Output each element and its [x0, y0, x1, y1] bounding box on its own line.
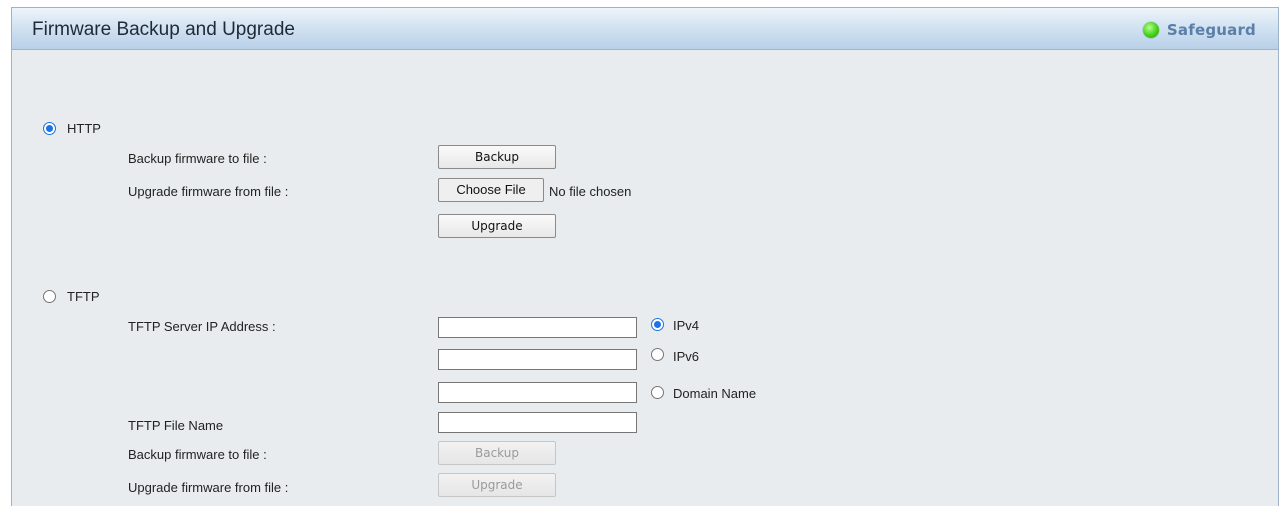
- ipv6-radio[interactable]: [651, 348, 664, 361]
- tftp-upgrade-label: Upgrade firmware from file :: [128, 480, 289, 495]
- tftp-backup-button[interactable]: Backup: [438, 441, 556, 465]
- title-bar: Firmware Backup and Upgrade Safeguard: [12, 8, 1278, 50]
- status-led-icon: [1142, 22, 1159, 38]
- safeguard-label: Safeguard: [1166, 21, 1256, 39]
- http-backup-label: Backup firmware to file :: [128, 151, 267, 166]
- tftp-file-name-label: TFTP File Name: [128, 418, 224, 433]
- http-upgrade-label: Upgrade firmware from file :: [128, 184, 289, 199]
- ipv6-label: IPv6: [673, 349, 700, 364]
- tftp-backup-label: Backup firmware to file :: [128, 447, 267, 462]
- tftp-file-name-input[interactable]: [438, 412, 637, 433]
- http-backup-button[interactable]: Backup: [438, 145, 556, 169]
- tftp-label: TFTP: [67, 289, 100, 304]
- page-title: Firmware Backup and Upgrade: [32, 19, 295, 40]
- http-label: HTTP: [67, 121, 101, 136]
- domain-name-input[interactable]: [438, 382, 637, 403]
- ipv6-address-input[interactable]: [438, 349, 637, 370]
- domain-name-label: Domain Name: [673, 386, 757, 401]
- ipv4-address-input[interactable]: [438, 317, 637, 338]
- no-file-chosen-text: No file chosen: [549, 184, 632, 199]
- tftp-upgrade-button[interactable]: Upgrade: [438, 473, 556, 497]
- tftp-server-ip-label: TFTP Server IP Address :: [128, 319, 276, 334]
- tftp-radio[interactable]: [43, 290, 56, 303]
- http-upgrade-button[interactable]: Upgrade: [438, 214, 556, 238]
- ipv4-radio[interactable]: [651, 318, 664, 331]
- safeguard-indicator: Safeguard: [1142, 21, 1256, 39]
- http-radio[interactable]: [43, 122, 56, 135]
- domain-name-radio[interactable]: [651, 386, 664, 399]
- ipv4-label: IPv4: [673, 318, 700, 333]
- choose-file-button[interactable]: Choose File: [438, 178, 544, 202]
